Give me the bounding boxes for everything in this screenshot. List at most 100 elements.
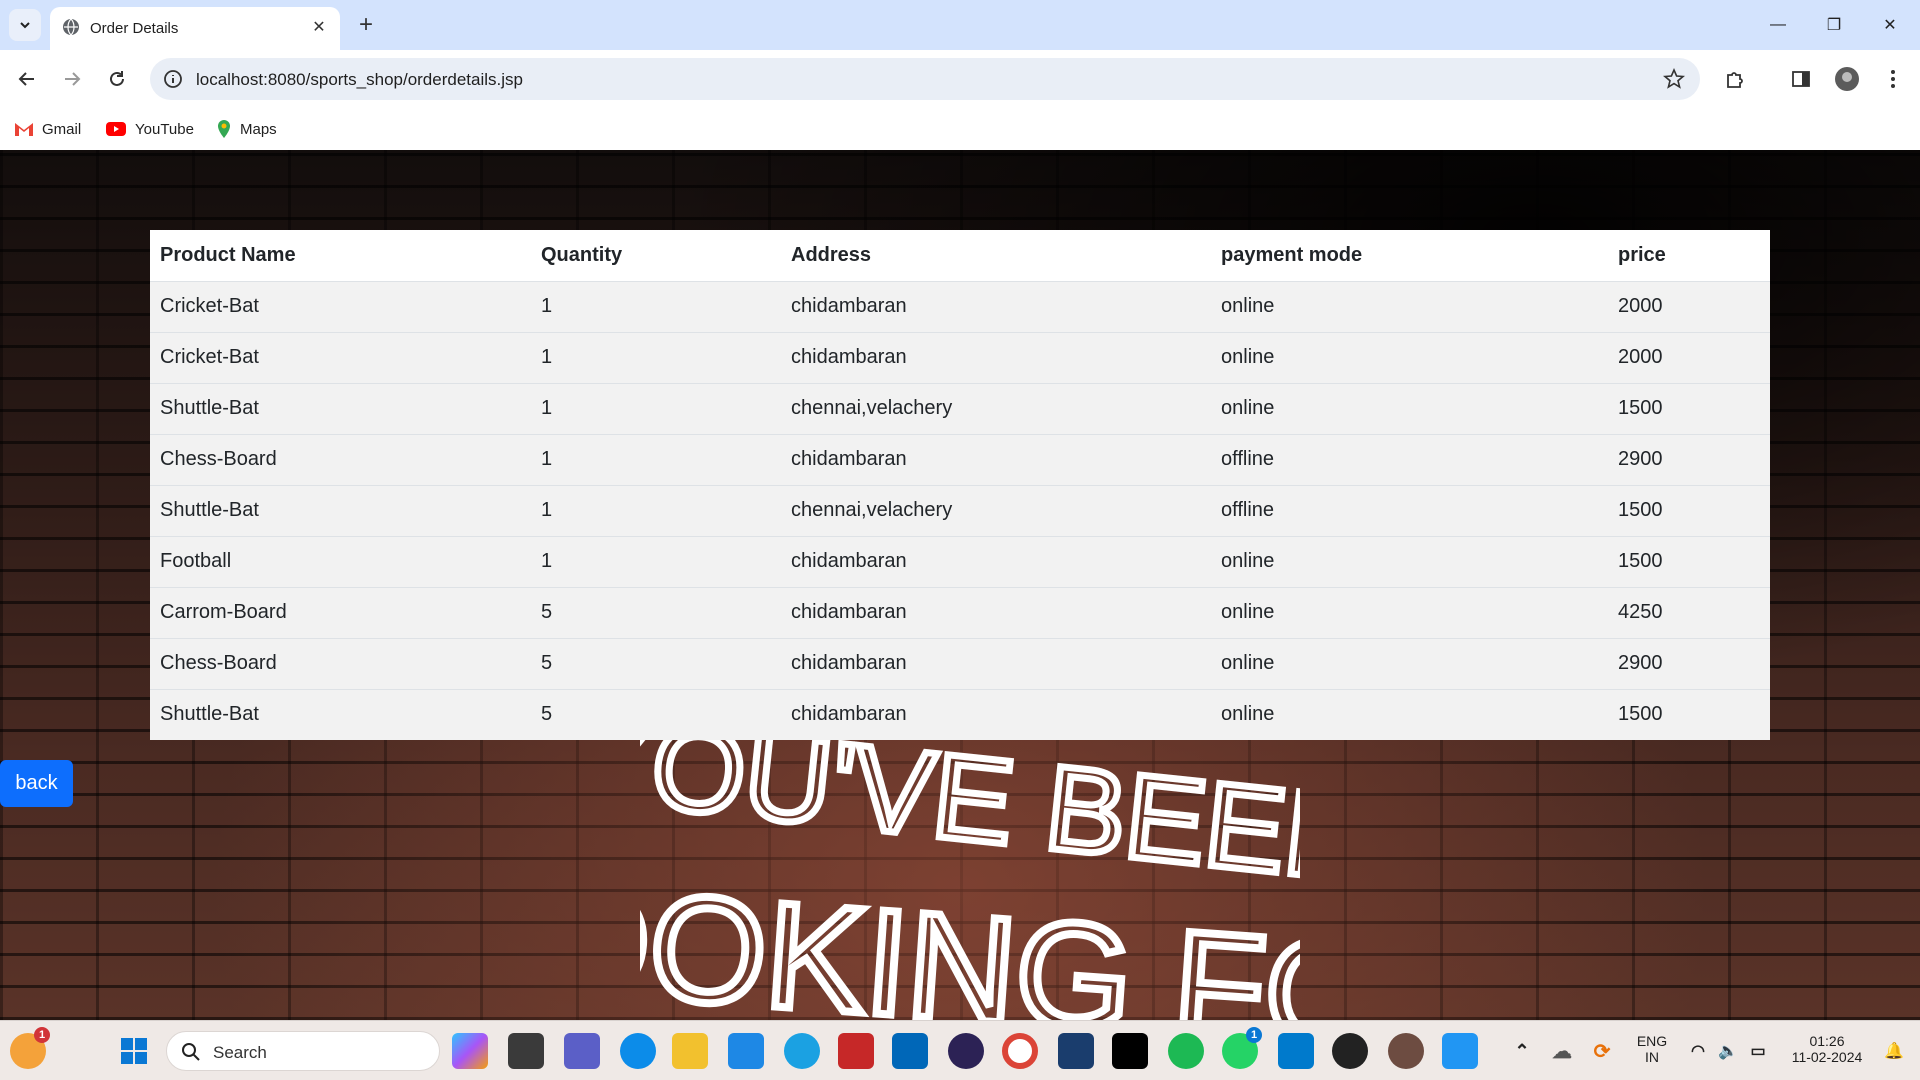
cell-price: 2900 [1608, 433, 1770, 485]
cell-payment-mode: online [1211, 637, 1608, 689]
mysql-workbench-icon[interactable] [1058, 1033, 1094, 1069]
hp-app-icon[interactable] [728, 1033, 764, 1069]
table-row: Cricket-Bat 1 chidambaran online 2000 [150, 280, 1770, 332]
edge-icon[interactable] [620, 1033, 656, 1069]
mcafee-icon[interactable] [838, 1033, 874, 1069]
battery-icon[interactable]: ▭ [1740, 1033, 1776, 1069]
tab-search-button[interactable] [9, 9, 41, 41]
cell-price: 2900 [1608, 637, 1770, 689]
chevron-up-icon[interactable]: ⌃ [1504, 1033, 1540, 1069]
cell-price: 1500 [1608, 535, 1770, 587]
table-row: Football 1 chidambaran online 1500 [150, 535, 1770, 587]
cell-product-name: Shuttle-Bat [150, 688, 531, 740]
restore-button[interactable]: ❐ [1806, 0, 1862, 50]
side-panel-button[interactable] [1784, 62, 1818, 96]
language-indicator[interactable]: ENG IN [1628, 1033, 1676, 1065]
copilot-icon[interactable] [452, 1033, 488, 1069]
photos-icon[interactable] [1442, 1033, 1478, 1069]
intellij-icon[interactable] [1112, 1033, 1148, 1069]
header-product-name: Product Name [150, 230, 531, 282]
table-row: Shuttle-Bat 1 chennai,velachery online 1… [150, 382, 1770, 434]
search-placeholder: Search [213, 1043, 267, 1062]
cell-payment-mode: online [1211, 280, 1608, 332]
cell-product-name: Shuttle-Bat [150, 382, 531, 434]
bookmarks-bar: Gmail YouTube Maps [0, 108, 1920, 150]
help-icon[interactable] [784, 1033, 820, 1069]
cell-product-name: Cricket-Bat [150, 280, 531, 332]
cell-address: chidambaran [781, 433, 1211, 485]
cell-payment-mode: online [1211, 688, 1608, 740]
tab-order-details[interactable]: Order Details ✕ [50, 7, 340, 50]
cell-address: chidambaran [781, 586, 1211, 638]
notification-badge: 1 [34, 1027, 50, 1043]
cell-address: chidambaran [781, 688, 1211, 740]
cell-quantity: 1 [531, 382, 781, 434]
table-row: Carrom-Board 5 chidambaran online 4250 [150, 586, 1770, 638]
site-info-icon[interactable] [162, 68, 184, 90]
app-icon[interactable] [1388, 1033, 1424, 1069]
cell-price: 1500 [1608, 484, 1770, 536]
minimize-button[interactable]: — [1750, 0, 1806, 50]
bookmark-star-icon[interactable] [1662, 67, 1686, 91]
reload-button[interactable] [100, 62, 134, 96]
tab-close-icon[interactable]: ✕ [308, 16, 330, 38]
maps-icon [218, 120, 230, 138]
svg-text:LOOKING FOR: LOOKING FOR [640, 848, 1300, 1020]
chevron-down-icon [20, 22, 30, 29]
whatsapp-icon[interactable]: 1 [1222, 1027, 1262, 1069]
task-view-icon[interactable] [508, 1033, 544, 1069]
bookmark-maps[interactable]: Maps [216, 116, 277, 142]
store-icon[interactable] [892, 1033, 928, 1069]
file-explorer-icon[interactable] [672, 1033, 708, 1069]
globe-icon [63, 18, 79, 36]
puzzle-icon [1727, 72, 1743, 88]
order-details-table: Product Name Quantity Address payment mo… [150, 230, 1770, 740]
notification-bell-icon[interactable]: 🔔 [1876, 1033, 1912, 1069]
back-nav-button[interactable] [10, 62, 44, 96]
onedrive-icon[interactable]: ☁ [1544, 1033, 1580, 1069]
widgets-weather-icon[interactable]: 1 [10, 1027, 50, 1069]
cell-price: 1500 [1608, 688, 1770, 740]
neon-sign-image: YOU'VE BEEN LOOKING FOR [640, 710, 1300, 1020]
bookmark-label: Maps [240, 120, 277, 138]
cell-payment-mode: online [1211, 586, 1608, 638]
cell-address: chennai,velachery [781, 382, 1211, 434]
teams-icon[interactable] [564, 1033, 600, 1069]
page-content: YOU'VE BEEN LOOKING FOR Product Name Qua… [0, 150, 1920, 1020]
search-icon [182, 1043, 200, 1061]
taskbar-search[interactable]: Search [166, 1031, 440, 1071]
sync-icon[interactable]: ⟳ [1584, 1033, 1620, 1069]
header-price: price [1608, 230, 1770, 282]
bookmark-youtube[interactable]: YouTube [105, 116, 194, 142]
cell-product-name: Football [150, 535, 531, 587]
menu-button[interactable] [1876, 62, 1910, 96]
profile-avatar[interactable] [1830, 62, 1864, 96]
cell-address: chidambaran [781, 637, 1211, 689]
windows-logo-icon [121, 1038, 147, 1064]
back-button[interactable]: back [0, 760, 73, 807]
window-close-button[interactable]: ✕ [1862, 0, 1918, 50]
vscode-icon[interactable] [1278, 1033, 1314, 1069]
cell-address: chidambaran [781, 331, 1211, 383]
clock[interactable]: 01:26 11-02-2024 [1782, 1033, 1872, 1065]
cell-price: 1500 [1608, 382, 1770, 434]
eclipse-icon[interactable] [948, 1033, 984, 1069]
forward-nav-button[interactable] [55, 62, 89, 96]
url-text: localhost:8080/sports_shop/orderdetails.… [196, 70, 523, 89]
spotify-icon[interactable] [1168, 1033, 1204, 1069]
table-row: Chess-Board 5 chidambaran online 2900 [150, 637, 1770, 689]
new-tab-button[interactable]: + [352, 11, 380, 39]
chrome-icon[interactable] [1002, 1033, 1038, 1069]
header-address: Address [781, 230, 1211, 282]
start-button[interactable] [116, 1033, 152, 1069]
header-payment-mode: payment mode [1211, 230, 1608, 282]
cell-address: chennai,velachery [781, 484, 1211, 536]
address-bar[interactable]: localhost:8080/sports_shop/orderdetails.… [150, 58, 1700, 100]
cell-payment-mode: online [1211, 535, 1608, 587]
media-player-icon[interactable] [1332, 1033, 1368, 1069]
bookmark-gmail[interactable]: Gmail [14, 116, 81, 142]
header-quantity: Quantity [531, 230, 781, 282]
cell-price: 2000 [1608, 280, 1770, 332]
arrow-left-icon [18, 72, 34, 86]
extensions-button[interactable] [1718, 62, 1752, 96]
